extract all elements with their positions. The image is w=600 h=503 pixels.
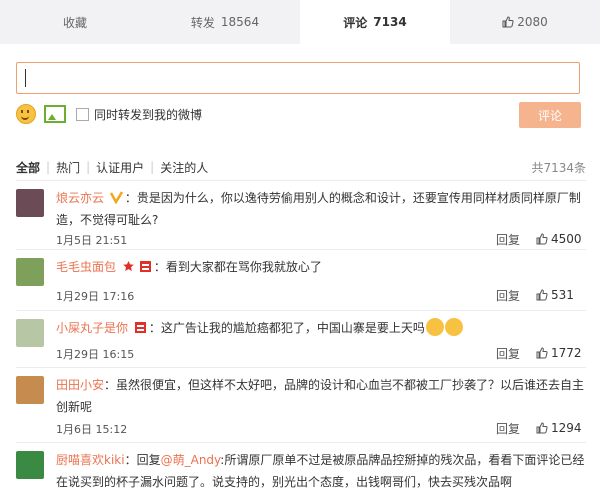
filter-all[interactable]: 全部 bbox=[16, 159, 40, 176]
tab-repost-label: 转发 bbox=[190, 15, 215, 30]
like-count: 1294 bbox=[551, 421, 582, 435]
comment-panel: 同时转发到我的微博 评论 全部 | 热门 | 认证用户 | 关注的人 共7134… bbox=[0, 44, 600, 492]
list-item: 毛毛虫面包 ：看到大家都在骂你我就放心了 1月29日 17:16 回复 531 bbox=[16, 249, 586, 310]
smile-emoji-icon bbox=[444, 318, 463, 336]
thumb-up-icon bbox=[536, 422, 548, 434]
comment-author[interactable]: 小屎丸子是你 bbox=[56, 321, 128, 335]
thumb-up-icon bbox=[536, 289, 548, 301]
thumb-up-icon bbox=[502, 16, 514, 28]
member-badge-icon bbox=[134, 322, 146, 333]
like-button[interactable]: 1772 bbox=[536, 345, 582, 361]
tab-favorite-label: 收藏 bbox=[62, 15, 87, 30]
comment-text: 这广告让我的尴尬癌都犯了，中国山寨是要上天吗 bbox=[160, 321, 425, 335]
tab-repost[interactable]: 转发 18564 bbox=[150, 0, 300, 44]
thumb-up-icon bbox=[536, 233, 548, 245]
filter-verified[interactable]: 认证用户 bbox=[96, 159, 144, 176]
avatar[interactable] bbox=[16, 258, 44, 286]
share-checkbox-label: 同时转发到我的微博 bbox=[94, 107, 203, 122]
comment-input[interactable] bbox=[16, 62, 580, 94]
comment-text: 所谓原厂原单不过是被原品牌品控掰掉的残次品，看看下面评论已经在说买到的杯子漏水问… bbox=[56, 453, 585, 489]
emoji-icon[interactable] bbox=[16, 104, 36, 124]
list-item: 烺云亦云 ：贵是因为什么，你以逸待劳偷用别人的概念和设计，还要宣传用同样材质同样… bbox=[16, 180, 586, 249]
tab-bar: 收藏 转发 18564 评论 7134 2080 bbox=[0, 0, 600, 45]
thumb-up-icon bbox=[536, 347, 548, 359]
star-badge-icon bbox=[123, 261, 134, 271]
like-button[interactable]: 531 bbox=[536, 287, 574, 303]
tab-favorite[interactable]: 收藏 bbox=[0, 0, 150, 44]
share-checkbox[interactable] bbox=[76, 107, 89, 121]
filter-divider: | bbox=[46, 160, 51, 174]
verified-v-icon bbox=[109, 191, 123, 204]
avatar[interactable] bbox=[16, 189, 44, 217]
list-item: 田田小安：虽然很便宜，但这样不太好吧，品牌的设计和心血岂不都被工厂抄袭了？以后谁… bbox=[16, 367, 586, 442]
filter-divider: | bbox=[150, 160, 155, 174]
reply-button[interactable]: 回复 bbox=[496, 231, 520, 247]
tab-repost-count: 18564 bbox=[220, 15, 260, 29]
like-button[interactable]: 4500 bbox=[536, 231, 582, 247]
comment-time: 1月29日 17:16 bbox=[56, 290, 135, 303]
comment-time: 1月6日 15:12 bbox=[56, 423, 128, 436]
comment-author[interactable]: 烺云亦云 bbox=[56, 191, 104, 205]
tab-like-count: 2080 bbox=[517, 15, 548, 29]
comment-total: 共7134条 bbox=[531, 160, 586, 175]
text-caret bbox=[25, 69, 26, 87]
comment-list: 烺云亦云 ：贵是因为什么，你以逸待劳偷用别人的概念和设计，还要宣传用同样材质同样… bbox=[16, 180, 586, 503]
tab-comment-count: 7134 bbox=[373, 15, 407, 29]
reply-button[interactable]: 回复 bbox=[496, 345, 520, 361]
filter-hot[interactable]: 热门 bbox=[56, 159, 80, 176]
image-icon[interactable] bbox=[44, 105, 66, 123]
reply-prefix: 回复 bbox=[136, 453, 161, 467]
filter-divider: | bbox=[86, 160, 91, 174]
list-item: 厨喵喜欢kiki：回复@萌_Andy:所谓原厂原单不过是被原品牌品控掰掉的残次品… bbox=[16, 442, 586, 503]
comment-author[interactable]: 田田小安 bbox=[56, 378, 104, 392]
smile-emoji-icon bbox=[425, 318, 444, 336]
tab-comment-label: 评论 bbox=[343, 15, 368, 30]
reply-button[interactable]: 回复 bbox=[496, 287, 520, 303]
comment-text: 看到大家都在骂你我就放心了 bbox=[165, 260, 322, 274]
reply-button[interactable]: 回复 bbox=[496, 420, 520, 436]
like-count: 4500 bbox=[551, 232, 582, 246]
comment-author[interactable]: 厨喵喜欢kiki bbox=[56, 453, 125, 467]
mention-link[interactable]: @萌_Andy bbox=[161, 453, 221, 467]
comment-text: 虽然很便宜，但这样不太好吧，品牌的设计和心血岂不都被工厂抄袭了？以后谁还去自主创… bbox=[56, 378, 585, 414]
submit-comment-button[interactable]: 评论 bbox=[519, 102, 581, 128]
avatar[interactable] bbox=[16, 451, 44, 479]
comment-filter: 全部 | 热门 | 认证用户 | 关注的人 共7134条 bbox=[16, 159, 586, 175]
comment-time: 1月29日 16:15 bbox=[56, 348, 135, 361]
comment-author[interactable]: 毛毛虫面包 bbox=[56, 260, 116, 274]
list-item: 小屎丸子是你 ：这广告让我的尴尬癌都犯了，中国山寨是要上天吗 1月29日 16:… bbox=[16, 310, 586, 367]
avatar[interactable] bbox=[16, 319, 44, 347]
like-button[interactable]: 1294 bbox=[536, 420, 582, 436]
like-count: 531 bbox=[551, 288, 574, 302]
like-count: 1772 bbox=[551, 346, 582, 360]
composer-tools: 同时转发到我的微博 bbox=[16, 102, 202, 126]
comment-time: 1月5日 21:51 bbox=[56, 234, 128, 247]
filter-following[interactable]: 关注的人 bbox=[160, 159, 208, 176]
avatar[interactable] bbox=[16, 376, 44, 404]
comment-text: 贵是因为什么，你以逸待劳偷用别人的概念和设计，还要宣传用同样材质同样原厂制造，不… bbox=[56, 191, 581, 227]
tab-like[interactable]: 2080 bbox=[450, 0, 600, 44]
tab-comment[interactable]: 评论 7134 bbox=[300, 0, 450, 45]
member-badge-icon bbox=[139, 261, 151, 272]
